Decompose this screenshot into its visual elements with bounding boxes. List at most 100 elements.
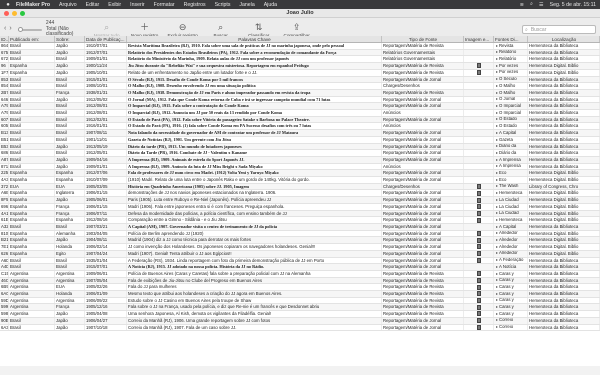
cell-image[interactable] [464,237,494,244]
cell-location[interactable]: Hemeroteca da Biblioteca [528,43,600,49]
cell-about[interactable]: Japão [55,63,85,69]
cell-image[interactable] [464,183,494,190]
col-header-published[interactable]: Publicado em: [9,36,55,42]
cell-id[interactable]: 853 [0,76,9,83]
cell-image[interactable] [464,136,494,143]
menu-app-name[interactable]: FileMaker Pro [16,2,50,8]
image-thumbnail[interactable] [476,251,481,257]
cell-sources[interactable]: ▸ Alrededor [494,237,528,244]
cell-sources[interactable]: ▸ A Capital [494,223,528,230]
cell-keywords[interactable]: O Imparcial (RJ), 1915. Fala sobre a con… [127,103,382,110]
cell-image[interactable] [464,284,494,291]
disclosure-triangle-icon[interactable]: ▸ [496,231,498,237]
cell-id[interactable]: 372 [0,183,9,190]
table-row[interactable]: 6B9 Argentina EUA 1905/02/26 Fala do JJ para… [0,284,600,292]
cell-keywords[interactable]: Comparação entre a Gimno - Sildânia - e … [127,217,382,223]
disclosure-triangle-icon[interactable]: ▸ [496,56,498,62]
cell-sources[interactable]: ▸ La Ciudad [494,203,528,210]
cell-sources[interactable]: ▸ O Estado [494,116,528,123]
image-thumbnail[interactable] [476,304,481,310]
cell-keywords[interactable]: Diário da tarde (PR), 1913. Um mundo de … [127,143,382,150]
cell-sources[interactable]: ▸ Hemeroteca [494,217,528,223]
cell-id[interactable]: 6A0 [0,291,9,297]
cell-about[interactable]: Argentina [55,297,85,304]
cell-keywords[interactable]: Fala de exibições de Jiu-Jitsu no Clube … [127,277,382,284]
cell-about[interactable]: Brasil [55,257,85,264]
cell-source-type[interactable]: Reportagem/Matéria de Revista [382,43,464,49]
cell-published[interactable]: Argentina [9,304,55,311]
col-header-source-type[interactable]: Tipo de Fonte [382,36,464,42]
col-header-id[interactable]: ID... [0,36,9,42]
cell-about[interactable]: França [55,203,85,210]
cell-published[interactable]: Espanha [9,244,55,250]
cell-date[interactable]: 1906/07/11 [85,210,127,217]
table-row[interactable]: 646 Brasil Japão 1912/05/02 O Jornal (MA), 1… [0,96,600,104]
cell-sources[interactable]: ▸ Eco [494,177,528,183]
cell-about[interactable]: França [55,89,85,96]
cell-id[interactable]: A79 [0,110,9,116]
cell-source-type[interactable]: Anúncios [382,110,464,116]
cell-source-type[interactable]: Relatórios Governamentais [382,49,464,56]
cell-keywords[interactable]: Gazeta de Notícias (RJ), 1901. Um gerent… [127,136,382,143]
cell-source-type[interactable]: Reportagem/Matéria de Jornal [382,96,464,103]
cell-image[interactable] [464,69,494,76]
record-slider-knob[interactable] [17,27,23,33]
table-row[interactable]: C15 Argentina Argentina 1909/06/01 Polícia d… [0,270,600,278]
table-row[interactable]: 6A3 Brasil Japão 1907/10/18 Correio da Manhã… [0,324,600,332]
disclosure-triangle-icon[interactable]: ▸ [496,318,498,324]
cell-date[interactable]: 1907/08/11 [85,130,127,136]
cell-sources[interactable]: ▸ O Jornal [494,96,528,103]
cell-date[interactable]: 1906/01/09 [85,291,127,297]
cell-location[interactable]: Hemeroteca da Biblioteca [528,304,600,311]
table-row[interactable]: A6B Espanha Inglaterra 1906/01/15 demonstraç… [0,190,600,198]
cell-sources[interactable]: ▸ O Imparcial [494,103,528,110]
image-thumbnail[interactable] [476,284,481,290]
cell-sources[interactable]: ▸ La Ciudad [494,210,528,217]
cell-location[interactable]: Hemeroteca da Biblioteca [528,277,600,284]
cell-published[interactable]: Espanha [9,250,55,257]
cell-published[interactable]: Brasil [9,264,55,270]
image-thumbnail[interactable] [476,257,481,263]
cell-sources[interactable]: ▸ Caras y [494,311,528,317]
cell-published[interactable]: Espanha [9,203,55,210]
cell-image[interactable] [464,63,494,69]
cell-published[interactable]: Brasil [9,130,55,136]
cell-source-type[interactable]: Reportagem/Matéria de Jornal [382,250,464,257]
cell-keywords[interactable]: O Malho (RJ), 1938. Demonstração de JJ e… [127,89,382,96]
cell-id[interactable]: A79 [0,103,9,110]
cell-keywords[interactable]: Fala de professores de JJ num circo em M… [127,170,382,177]
cell-image[interactable] [464,150,494,156]
cell-id[interactable]: 59D [0,297,9,304]
image-thumbnail[interactable] [476,324,481,330]
minimize-window-icon[interactable] [12,11,17,16]
cell-source-type[interactable]: Reportagem/Matéria de Jornal [382,190,464,197]
cell-id[interactable]: 8F5 [0,197,9,203]
cell-date[interactable]: 1912/08/01 [85,103,127,110]
wifi-icon[interactable]: ≋ [520,2,524,8]
disclosure-triangle-icon[interactable]: ▸ [496,184,498,190]
cell-id[interactable]: 61E [0,217,9,223]
cell-image[interactable] [464,177,494,183]
cell-sources[interactable]: ▸ A Imprensa [494,156,528,163]
cell-published[interactable]: Brasil [9,103,55,110]
cell-id[interactable]: 646 [0,96,9,103]
cell-location[interactable]: Hemeroteca Digital. Biblio [528,210,600,217]
cell-sources[interactable]: ▸ Gazeta [494,136,528,143]
cell-image[interactable] [464,203,494,210]
cell-about[interactable]: Egito [55,250,85,257]
menu-editar[interactable]: Editar [86,2,100,8]
cell-published[interactable]: Brasil [9,136,55,143]
cell-location[interactable]: Hemeroteca da Biblioteca [528,143,600,150]
cell-keywords[interactable]: Madrid (1904) diz a JJ como técnica para… [127,237,382,244]
cell-sources[interactable]: ▸ La Ciudad [494,197,528,203]
cell-id[interactable]: 4A3 [0,177,9,183]
cell-id[interactable]: 6B9 [0,284,9,291]
cell-location[interactable]: Hemeroteca da Biblioteca [528,123,600,130]
cell-about[interactable]: Argentina [55,277,85,284]
table-row[interactable]: 686 Brasil Brasil 1912/05/01 Diário da Tarde… [0,150,600,157]
cell-location[interactable]: Hemeroteca Digital. Biblio [528,177,600,183]
image-thumbnail[interactable] [476,63,481,69]
cell-date[interactable]: 1916/01/01 [85,123,127,130]
cell-location[interactable]: Hemeroteca Digital. Biblio [528,237,600,244]
cell-about[interactable]: Japão [55,237,85,244]
